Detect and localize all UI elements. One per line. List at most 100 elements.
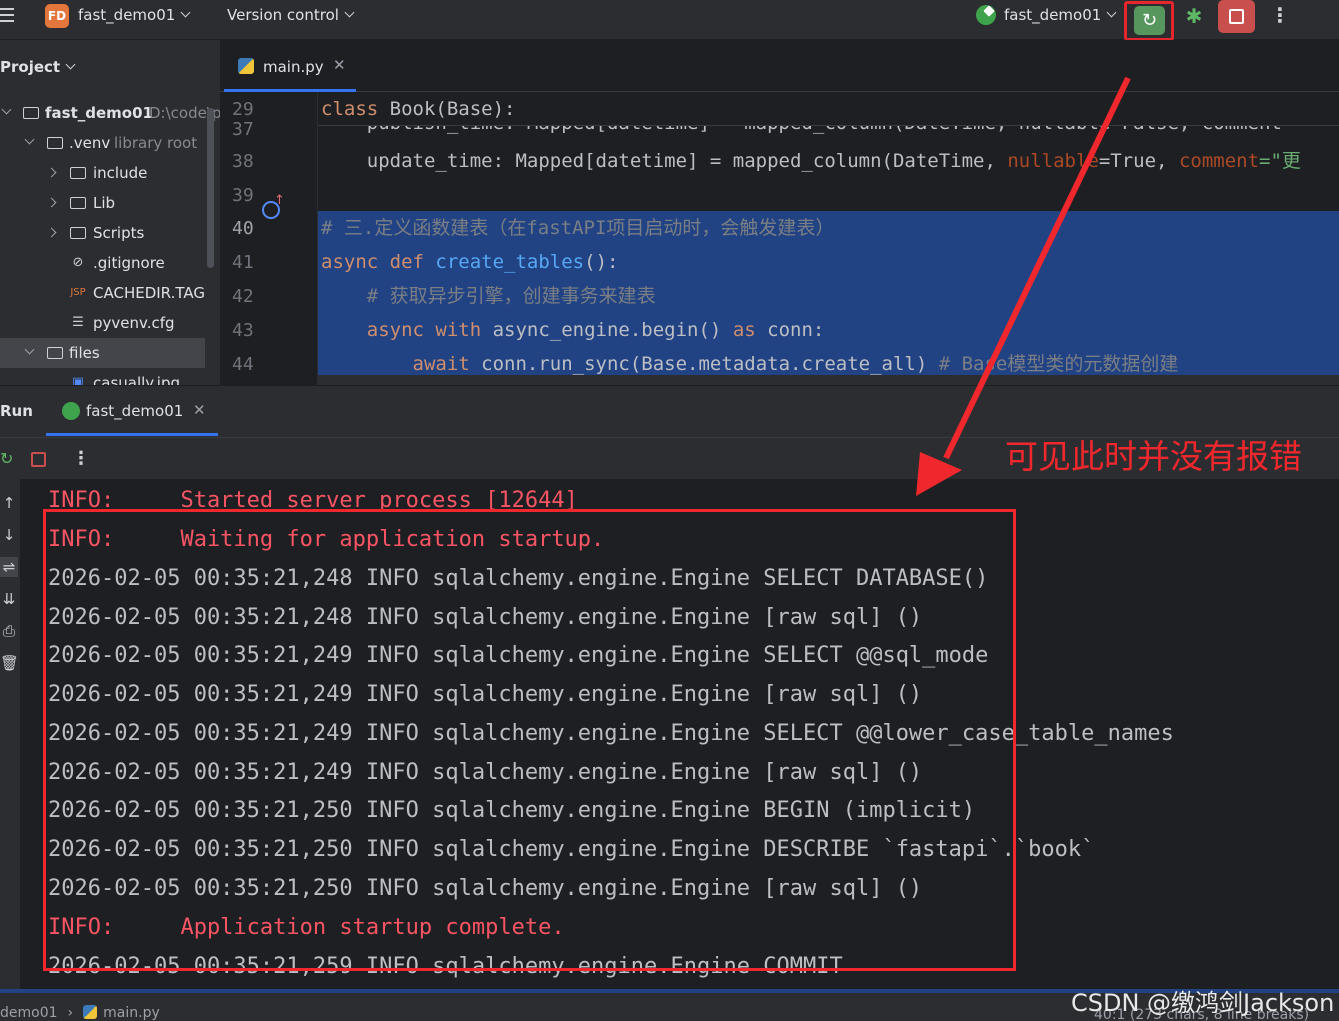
tree-item-venv[interactable]: .venv library root [0, 128, 220, 158]
project-title: Project [0, 58, 61, 76]
breadcrumb-file[interactable]: main.py [103, 1005, 160, 1021]
console-output[interactable]: INFO: Started server process [12644] INF… [20, 479, 1339, 989]
horizontal-scrollbar[interactable] [318, 375, 1339, 385]
console-line: 2026-02-05 00:35:21,249 INFO sqlalchemy.… [48, 643, 989, 668]
collapse-arrow-icon[interactable] [46, 167, 57, 178]
chevron-right-icon: › [67, 1005, 74, 1021]
override-marker-icon[interactable] [262, 193, 285, 219]
tree-item-files[interactable]: files [0, 338, 205, 368]
config-file-icon: ☰ [72, 315, 84, 330]
code-line: update_time: Mapped[datetime] = mapped_c… [318, 144, 1339, 178]
scroll-to-end-icon[interactable]: ⇊ [0, 589, 18, 609]
code-line: # 三.定义函数建表（在fastAPI项目启动时，会触发建表） [318, 211, 1339, 245]
expand-arrow-icon[interactable] [24, 134, 35, 145]
project-scrollbar[interactable] [207, 108, 214, 268]
keyword: class [321, 98, 379, 120]
keyword: await [321, 353, 470, 375]
console-line: 2026-02-05 00:35:21,250 INFO sqlalchemy.… [48, 876, 923, 901]
console-side-toolbar: ↑ ↓ ⇌ ⇊ ⎙ 🗑 [0, 479, 20, 989]
rerun-icon[interactable]: ↻ [0, 450, 18, 468]
project-badge[interactable]: FD [45, 4, 69, 28]
comment: # 三.定义函数建表（在fastAPI项目启动时，会触发建表） [321, 217, 835, 239]
named-arg: nullable [1007, 150, 1099, 172]
stop-icon[interactable] [31, 452, 46, 467]
chevron-down-icon [180, 7, 191, 18]
code-text: (): [584, 251, 619, 273]
expand-arrow-icon[interactable] [24, 344, 35, 355]
version-control-menu[interactable]: Version control [227, 6, 355, 24]
tab-label: main.py [263, 58, 324, 76]
project-view-selector[interactable]: Project [0, 58, 76, 76]
expand-arrow-icon[interactable] [1, 104, 12, 115]
line-number: 29 [232, 99, 254, 120]
line-number: 41 [232, 252, 254, 273]
more-actions-button[interactable]: ⋮ [1270, 4, 1290, 28]
console-line: 2026-02-05 00:35:21,250 INFO sqlalchemy.… [48, 798, 976, 823]
annotation-text: 可见此时并没有报错 [1005, 437, 1302, 476]
clear-all-icon[interactable]: 🗑 [0, 653, 19, 673]
tree-item-root[interactable]: fast_demo01 D:\code\p [0, 98, 220, 128]
run-tab-fast-demo01[interactable]: fast_demo01 ✕ [46, 386, 218, 438]
rerun-icon: ↻ [1134, 6, 1165, 35]
scroll-down-icon[interactable]: ↓ [0, 525, 18, 545]
code-line: async with async_engine.begin() as conn: [318, 313, 1339, 347]
sticky-class-header[interactable]: class Book(Base): [318, 92, 1339, 126]
run-config-name: fast_demo01 [1004, 6, 1102, 24]
tree-item-scripts[interactable]: Scripts [0, 218, 220, 248]
code-text: conn: [755, 319, 825, 341]
line-number: 39 [232, 185, 254, 206]
tree-item-gitignore[interactable]: ⊘ .gitignore [0, 248, 220, 278]
debug-button[interactable]: ✱ [1182, 4, 1206, 28]
project-selector[interactable]: fast_demo01 [78, 6, 191, 24]
named-arg: comment [1178, 150, 1260, 172]
image-file-icon: ▣ [71, 375, 85, 385]
breadcrumb-project[interactable]: demo01 [0, 1005, 58, 1021]
console-line: 2026-02-05 00:35:21,259 INFO sqlalchemy.… [48, 954, 843, 979]
scroll-up-icon[interactable]: ↑ [0, 493, 18, 513]
stop-button[interactable] [1218, 0, 1255, 33]
rerun-button[interactable]: ↻ [1124, 1, 1174, 41]
chevron-down-icon [1106, 7, 1117, 18]
close-run-tab-icon[interactable]: ✕ [193, 401, 206, 419]
code-editor[interactable]: main.py ✕ 29 37 38 39 40 41 42 43 44 pub… [220, 40, 1339, 385]
code-line: # 获取异步引擎，创建事务来建表 [318, 279, 1339, 313]
line-number: 43 [232, 320, 254, 341]
code-text: async_engine.begin() [481, 319, 733, 341]
tab-main-py[interactable]: main.py ✕ [220, 40, 360, 92]
tree-item-include[interactable]: include [0, 158, 220, 188]
code-text: conn.run_sync(Base.metadata.create_all) [469, 353, 939, 375]
collapse-arrow-icon[interactable] [46, 197, 57, 208]
tree-item-lib[interactable]: Lib [0, 188, 220, 218]
library-root-hint: library root [114, 134, 198, 152]
ignore-file-icon: ⊘ [72, 255, 84, 270]
more-icon[interactable]: ⋮ [72, 448, 90, 469]
console-line: 2026-02-05 00:35:21,249 INFO sqlalchemy.… [48, 760, 923, 785]
tree-item-pyvenv[interactable]: ☰ pyvenv.cfg [0, 308, 220, 338]
tree-item-image[interactable]: ▣ casually.jpg [0, 368, 220, 385]
csdn-watermark: CSDN @缴鸿剑Jackson [1071, 989, 1335, 1017]
python-file-icon [83, 1005, 98, 1019]
breadcrumb: demo01 › main.py [0, 1005, 160, 1021]
code-text: Book(Base): [378, 98, 516, 120]
tree-item-cachedir[interactable]: JSP CACHEDIR.TAG [0, 278, 220, 308]
soft-wrap-icon[interactable]: ⇌ [0, 557, 18, 577]
run-configuration-selector[interactable]: fast_demo01 [1004, 6, 1117, 24]
folder-icon [70, 227, 86, 239]
print-icon[interactable]: ⎙ [0, 621, 18, 641]
line-number-gutter: 29 37 38 39 40 41 42 43 44 [220, 92, 318, 385]
keyword: async [321, 251, 379, 273]
project-tool-window: Project fast_demo01 D:\code\p .venv libr… [0, 40, 220, 385]
main-menu-icon[interactable] [0, 8, 14, 24]
folder-icon [47, 347, 63, 359]
close-tab-icon[interactable]: ✕ [333, 56, 346, 74]
keyword: def [378, 251, 436, 273]
fastapi-config-icon [976, 5, 996, 25]
collapse-arrow-icon[interactable] [46, 227, 57, 238]
comment: # Base模型类的元数据创建 [938, 353, 1179, 375]
run-window-title: Run [0, 402, 33, 420]
keyword: as [732, 319, 756, 341]
code-text: update_time: Mapped[datetime] = mapped_c… [321, 150, 1008, 172]
chevron-down-icon [344, 7, 355, 18]
bug-icon: ✱ [1185, 4, 1203, 28]
stop-icon [1229, 9, 1244, 24]
